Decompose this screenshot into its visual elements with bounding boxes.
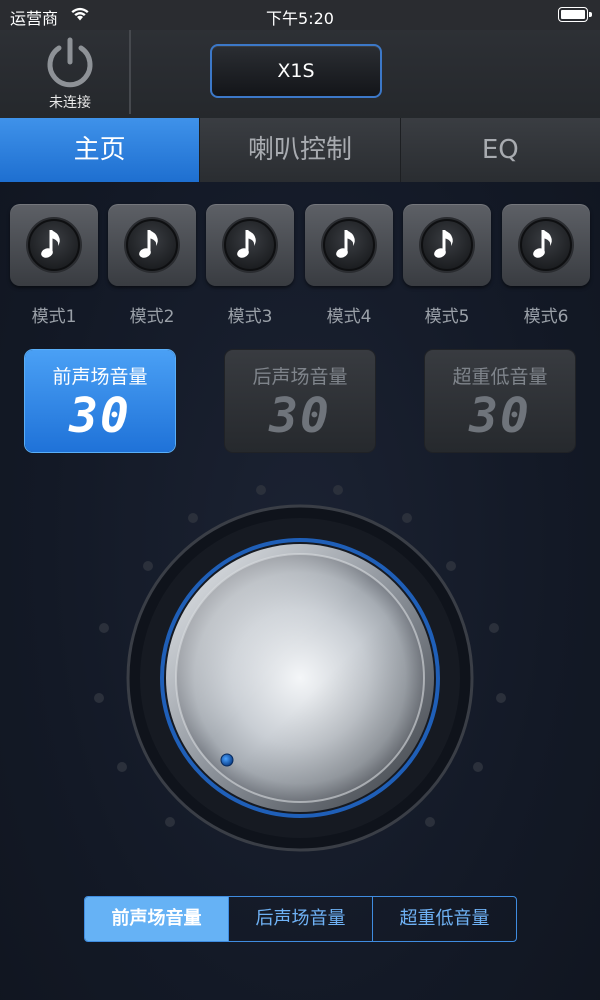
mode-item-2: 模式2 xyxy=(108,204,196,334)
volume-knob[interactable] xyxy=(0,470,600,870)
header-divider xyxy=(129,30,131,114)
mode-button-1[interactable] xyxy=(10,204,98,286)
music-note-icon xyxy=(516,215,576,275)
music-note-icon xyxy=(24,215,84,275)
battery-icon xyxy=(558,7,592,22)
subwoofer-volume-card[interactable]: 超重低音量 30 xyxy=(425,350,575,452)
mode-label-3: 模式3 xyxy=(227,307,273,327)
mode-list: 模式1 模式2 模式3 模式4 模式5 模式6 xyxy=(0,204,600,334)
tab-eq[interactable]: EQ xyxy=(401,118,600,182)
front-volume-card[interactable]: 前声场音量 30 xyxy=(25,350,175,452)
music-note-icon xyxy=(220,215,280,275)
mode-button-3[interactable] xyxy=(206,204,294,286)
mode-item-5: 模式5 xyxy=(403,204,491,334)
front-volume-title: 前声场音量 xyxy=(52,366,148,388)
music-note-icon xyxy=(417,215,477,275)
mode-label-6: 模式6 xyxy=(523,307,569,327)
rear-volume-value: 30 xyxy=(269,388,331,444)
mode-item-4: 模式4 xyxy=(305,204,393,334)
connection-status-label: 未连接 xyxy=(49,95,91,111)
mode-item-3: 模式3 xyxy=(206,204,294,334)
mode-label-5: 模式5 xyxy=(424,307,470,327)
music-note-icon xyxy=(122,215,182,275)
power-icon xyxy=(47,37,93,88)
subwoofer-volume-value: 30 xyxy=(469,388,531,444)
device-name-button[interactable]: X1S xyxy=(210,44,382,98)
header: 未连接 X1S xyxy=(0,30,600,118)
mode-button-6[interactable] xyxy=(502,204,590,286)
status-time: 下午5:20 xyxy=(266,9,334,28)
music-note-icon xyxy=(319,215,379,275)
volume-knob-area xyxy=(0,470,600,870)
mode-button-5[interactable] xyxy=(403,204,491,286)
mode-button-4[interactable] xyxy=(305,204,393,286)
channel-segmented-control: 前声场音量 后声场音量 超重低音量 xyxy=(84,896,517,942)
segment-front-volume[interactable]: 前声场音量 xyxy=(85,897,229,941)
mode-label-1: 模式1 xyxy=(31,307,77,327)
tab-speaker-control[interactable]: 喇叭控制 xyxy=(200,118,401,182)
status-bar: 运营商 下午5:20 xyxy=(0,0,600,30)
rear-volume-card[interactable]: 后声场音量 30 xyxy=(225,350,375,452)
mode-item-6: 模式6 xyxy=(502,204,590,334)
power-button[interactable]: 未连接 xyxy=(35,30,105,116)
tab-home[interactable]: 主页 xyxy=(0,118,201,182)
app-root: 运营商 下午5:20 未连接 X1S 主页 喇叭控制 EQ 模式1 模式2 模式… xyxy=(0,0,600,1000)
knob-shine xyxy=(176,554,424,802)
rear-volume-title: 后声场音量 xyxy=(252,366,348,388)
knob-indicator xyxy=(220,753,234,767)
mode-label-2: 模式2 xyxy=(129,307,175,327)
tab-bar: 主页 喇叭控制 EQ xyxy=(0,118,600,182)
mode-item-1: 模式1 xyxy=(10,204,98,334)
front-volume-value: 30 xyxy=(69,388,131,444)
mode-label-4: 模式4 xyxy=(326,307,372,327)
subwoofer-volume-title: 超重低音量 xyxy=(452,366,548,388)
segment-rear-volume[interactable]: 后声场音量 xyxy=(229,897,373,941)
segment-subwoofer-volume[interactable]: 超重低音量 xyxy=(373,897,516,941)
mode-button-2[interactable] xyxy=(108,204,196,286)
